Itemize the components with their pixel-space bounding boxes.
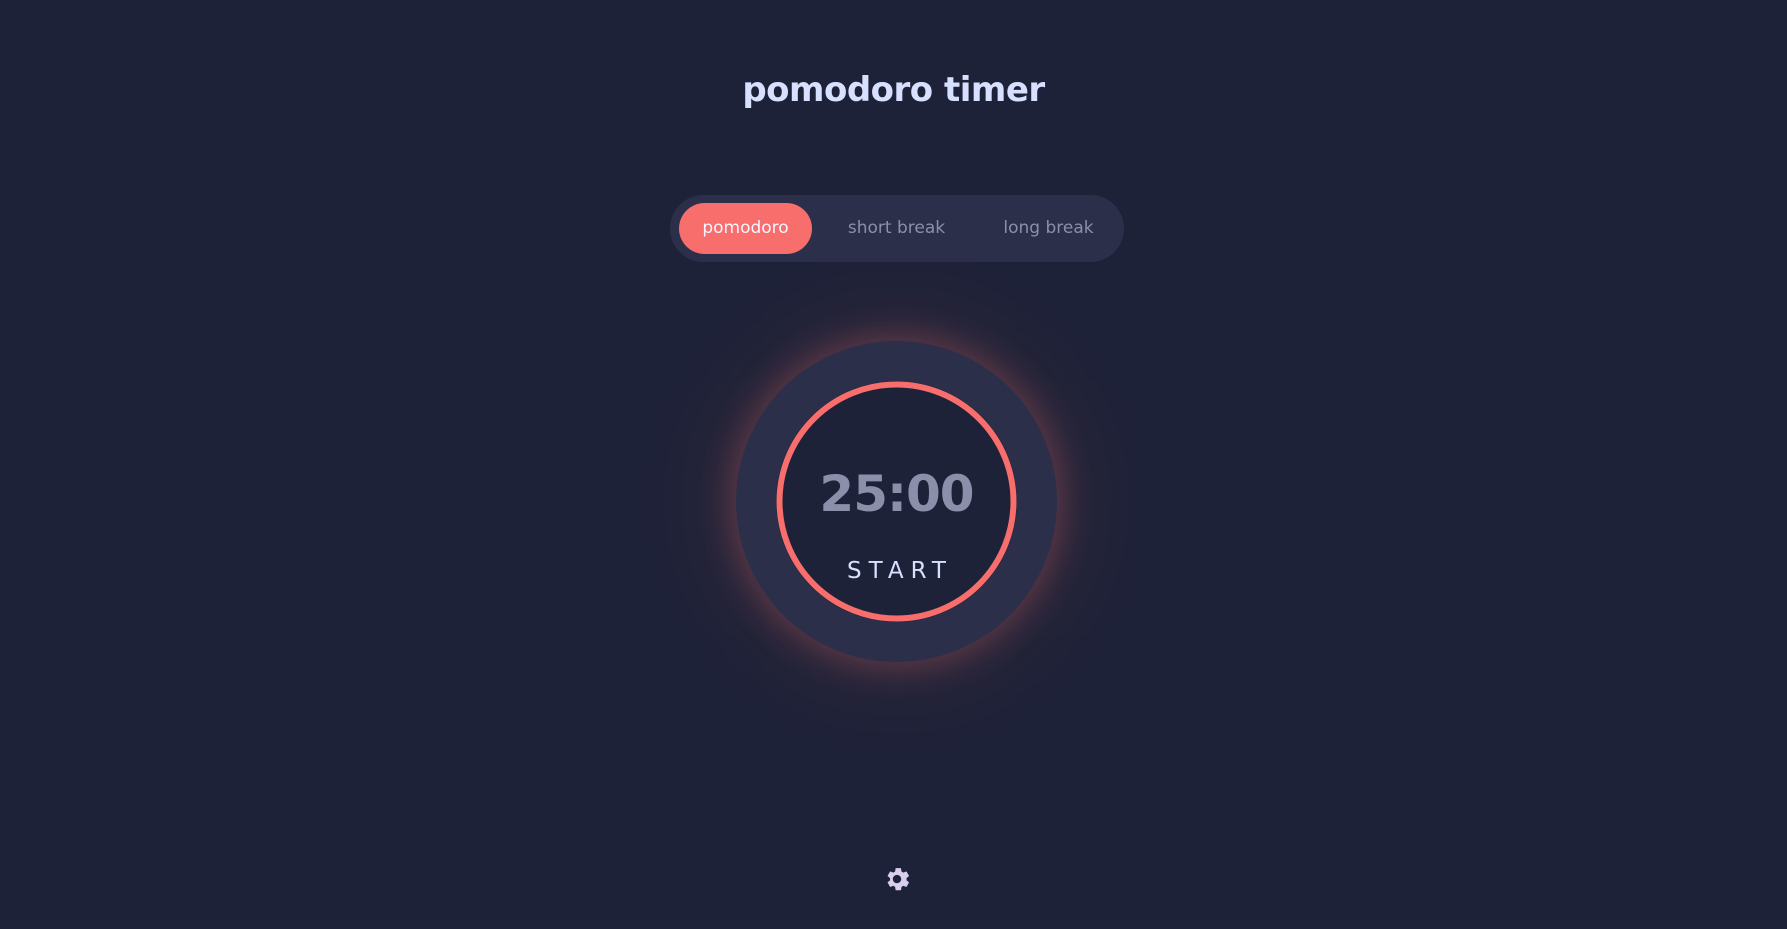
page-title: pomodoro timer [742, 70, 1045, 110]
tab-pomodoro[interactable]: pomodoro [679, 203, 812, 254]
gear-icon[interactable] [884, 866, 910, 892]
timer-display: 25:00 [819, 465, 974, 523]
mode-switcher: pomodoro short break long break [670, 195, 1124, 262]
start-button[interactable]: START [736, 558, 1057, 584]
tab-long-break[interactable]: long break [982, 203, 1115, 254]
pomodoro-app: pomodoro timer pomodoro short break long… [0, 0, 1787, 929]
tab-short-break[interactable]: short break [830, 203, 963, 254]
